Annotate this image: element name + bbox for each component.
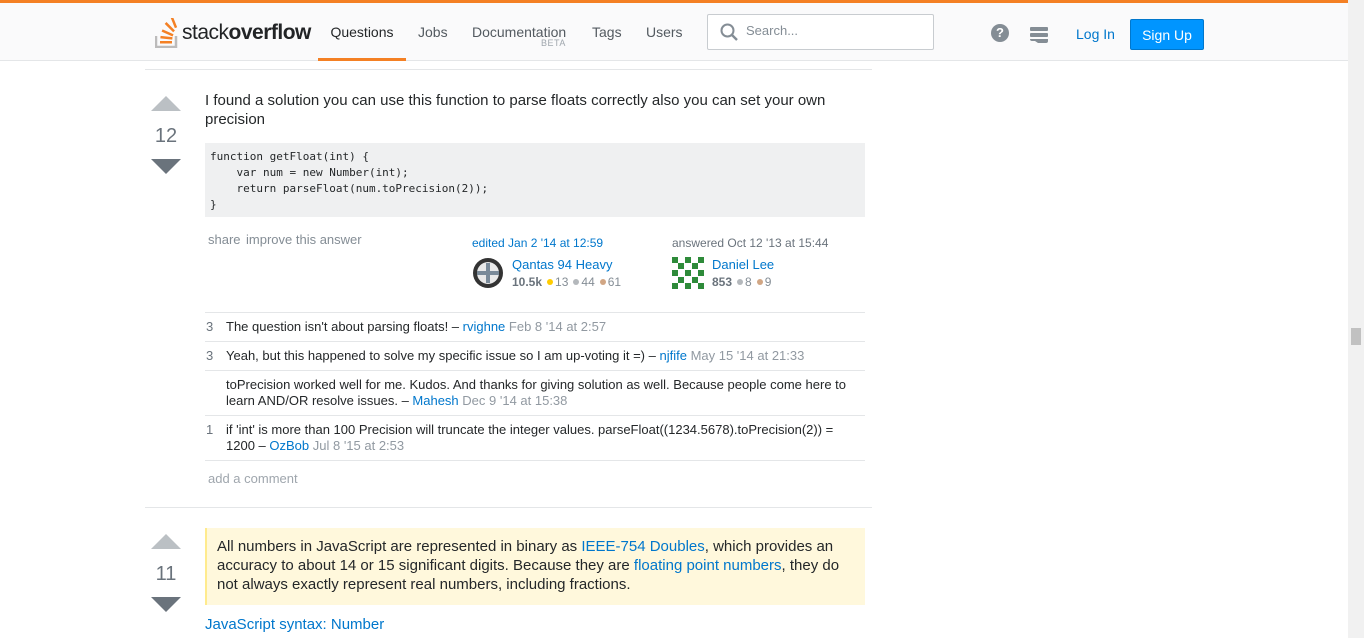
- floating-point-link[interactable]: floating point numbers: [634, 557, 782, 574]
- edited-timestamp[interactable]: edited Jan 2 '14 at 12:59: [472, 236, 603, 250]
- add-comment-link[interactable]: add a comment: [208, 471, 298, 486]
- comment-user-link[interactable]: njfife: [659, 348, 686, 363]
- search-icon: [720, 23, 738, 41]
- editor-name-link[interactable]: Qantas 94 Heavy: [512, 257, 612, 272]
- search-box[interactable]: [707, 14, 934, 50]
- comment-user-link[interactable]: OzBob: [269, 438, 309, 453]
- comment-body: if 'int' is more than 100 Precision will…: [226, 422, 834, 453]
- editor-reputation: 10.5k 13 44 61: [512, 275, 622, 289]
- code-block: function getFloat(int) { var num = new N…: [205, 143, 865, 217]
- post-divider: [145, 507, 872, 508]
- nav-documentation[interactable]: Documentation BETA: [472, 3, 566, 61]
- javascript-syntax-link[interactable]: JavaScript syntax: Number: [205, 616, 384, 633]
- post-divider: [145, 69, 872, 70]
- comment: toPrecision worked well for me. Kudos. A…: [205, 371, 865, 416]
- comment-score: 3: [206, 319, 214, 334]
- comment-score: 3: [206, 348, 214, 363]
- nav-jobs[interactable]: Jobs: [418, 3, 448, 61]
- ieee-754-link[interactable]: IEEE-754 Doubles: [581, 538, 704, 555]
- login-link[interactable]: Log In: [1068, 19, 1123, 49]
- blockquote: All numbers in JavaScript are represente…: [205, 528, 865, 605]
- author-name-link[interactable]: Daniel Lee: [712, 257, 774, 272]
- nav-users[interactable]: Users: [646, 3, 683, 61]
- comment-date[interactable]: Dec 9 '14 at 15:38: [462, 393, 567, 408]
- comment-list: 3 The question isn't about parsing float…: [205, 312, 865, 461]
- answer-text: I found a solution you can use this func…: [205, 92, 826, 128]
- comment-score: 1: [206, 422, 214, 437]
- comment: 3 The question isn't about parsing float…: [205, 313, 865, 342]
- scrollbar-thumb[interactable]: [1351, 328, 1361, 345]
- nav-tags[interactable]: Tags: [592, 3, 622, 61]
- comment-user-link[interactable]: rvighne: [463, 319, 506, 334]
- answered-timestamp: answered Oct 12 '13 at 15:44: [672, 236, 829, 250]
- comment-date[interactable]: May 15 '14 at 21:33: [691, 348, 805, 363]
- improve-answer-link[interactable]: improve this answer: [246, 232, 362, 247]
- stackoverflow-logo-icon: [155, 18, 178, 48]
- help-icon[interactable]: ?: [991, 24, 1009, 42]
- review-queue-icon[interactable]: [1030, 27, 1048, 43]
- comment-date[interactable]: Feb 8 '14 at 2:57: [509, 319, 606, 334]
- comment-body: Yeah, but this happened to solve my spec…: [226, 348, 805, 363]
- comment-user-link[interactable]: Mahesh: [412, 393, 458, 408]
- signup-button[interactable]: Sign Up: [1130, 19, 1204, 50]
- beta-badge: BETA: [541, 38, 566, 48]
- scrollbar[interactable]: [1348, 0, 1364, 638]
- comment: 1 if 'int' is more than 100 Precision wi…: [205, 416, 865, 461]
- comment-date[interactable]: Jul 8 '15 at 2:53: [313, 438, 404, 453]
- nav-questions[interactable]: Questions: [318, 3, 406, 61]
- logo-wordmark: stackoverflow: [182, 21, 311, 44]
- top-bar: stackoverflow Questions Jobs Documentati…: [0, 0, 1348, 61]
- downvote-arrow-icon[interactable]: [151, 597, 181, 612]
- upvote-arrow-icon[interactable]: [151, 96, 181, 111]
- site-logo[interactable]: stackoverflow: [155, 16, 311, 50]
- vote-count: 11: [155, 563, 177, 585]
- vote-count: 12: [154, 125, 178, 147]
- upvote-arrow-icon[interactable]: [151, 534, 181, 549]
- user-avatar[interactable]: [672, 257, 704, 289]
- comment-body: The question isn't about parsing floats!…: [226, 319, 607, 334]
- author-reputation: 853 8 9: [712, 275, 772, 289]
- comment-body: toPrecision worked well for me. Kudos. A…: [226, 377, 847, 408]
- downvote-arrow-icon[interactable]: [151, 159, 181, 174]
- comment-score: [205, 377, 226, 409]
- comment: 3 Yeah, but this happened to solve my sp…: [205, 342, 865, 371]
- user-avatar[interactable]: [472, 257, 504, 289]
- search-input[interactable]: [746, 23, 926, 38]
- share-link[interactable]: share: [208, 232, 241, 247]
